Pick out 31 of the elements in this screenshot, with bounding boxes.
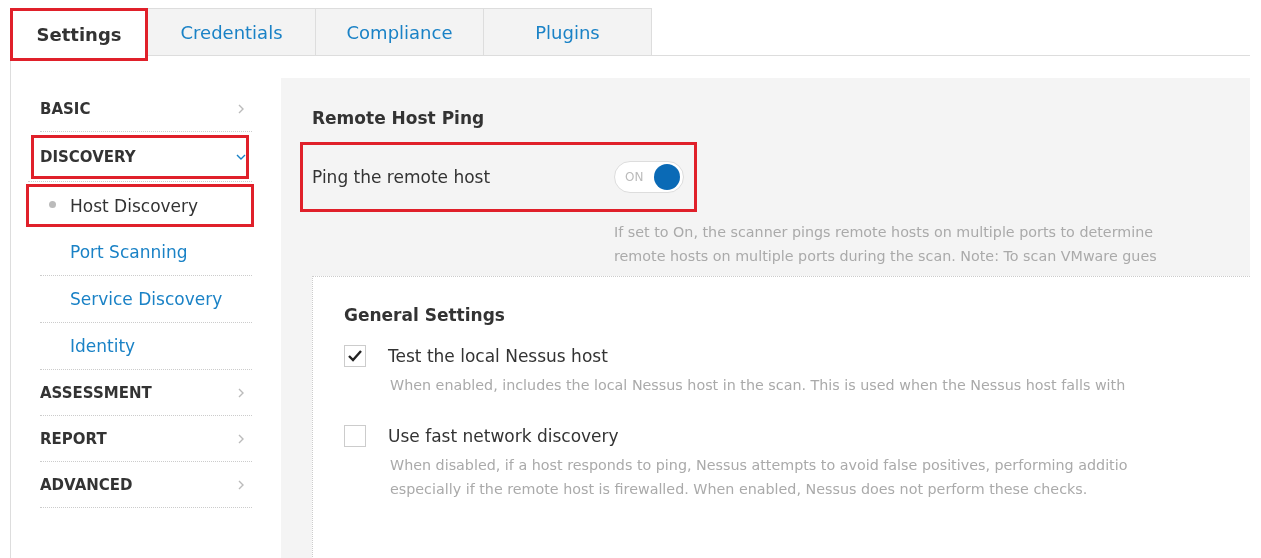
section-title: General Settings — [344, 305, 506, 325]
sidebar-section[interactable]: ASSESSMENT — [40, 370, 252, 416]
tab[interactable]: Credentials — [148, 8, 316, 55]
chevron-right-icon — [236, 433, 246, 444]
section-title: Remote Host Ping — [312, 108, 486, 128]
setting-description: remote hosts on multiple ports during the scan. Note: To scan VMware gues — [614, 247, 1158, 266]
sidebar-section[interactable]: REPORT — [40, 416, 252, 462]
setting-description: If set to On, the scanner pings remote hosts on multiple ports to determine — [614, 223, 1155, 242]
option-label: Use fast network discovery — [388, 426, 619, 446]
chevron-right-icon — [236, 103, 246, 114]
sidebar-item[interactable]: Identity — [40, 323, 252, 370]
sidebar-item[interactable]: Service Discovery — [40, 276, 252, 323]
chevron-right-icon — [236, 387, 246, 398]
sidebar-item[interactable]: Host Discovery — [24, 182, 256, 229]
chevron-right-icon — [236, 479, 246, 490]
option-description: especially if the remote host is firewalled. When enabled, Nessus does not perform these checks. — [390, 480, 1089, 499]
bullet-icon — [49, 201, 56, 208]
option-label: Test the local Nessus host — [388, 346, 608, 366]
setting-label: Ping the remote host — [312, 167, 492, 187]
checkbox[interactable] — [344, 425, 366, 447]
sidebar-item[interactable]: Port Scanning — [40, 229, 252, 276]
option-description: When enabled, includes the local Nessus host in the scan. This is used when the Nessus host falls with — [390, 376, 1127, 395]
sidebar-section[interactable]: BASIC — [40, 86, 252, 132]
option-description: When disabled, if a host responds to ping, Nessus attempts to avoid false positives, performing additio — [390, 456, 1129, 475]
tab[interactable]: Plugins — [484, 8, 652, 55]
sidebar-section[interactable]: ADVANCED — [40, 462, 252, 508]
tab[interactable]: Compliance — [316, 8, 484, 55]
sidebar-section[interactable]: DISCOVERY — [28, 132, 252, 182]
checkmark-icon — [348, 350, 362, 362]
tab[interactable]: Settings — [10, 8, 148, 61]
checkbox[interactable] — [344, 345, 366, 367]
